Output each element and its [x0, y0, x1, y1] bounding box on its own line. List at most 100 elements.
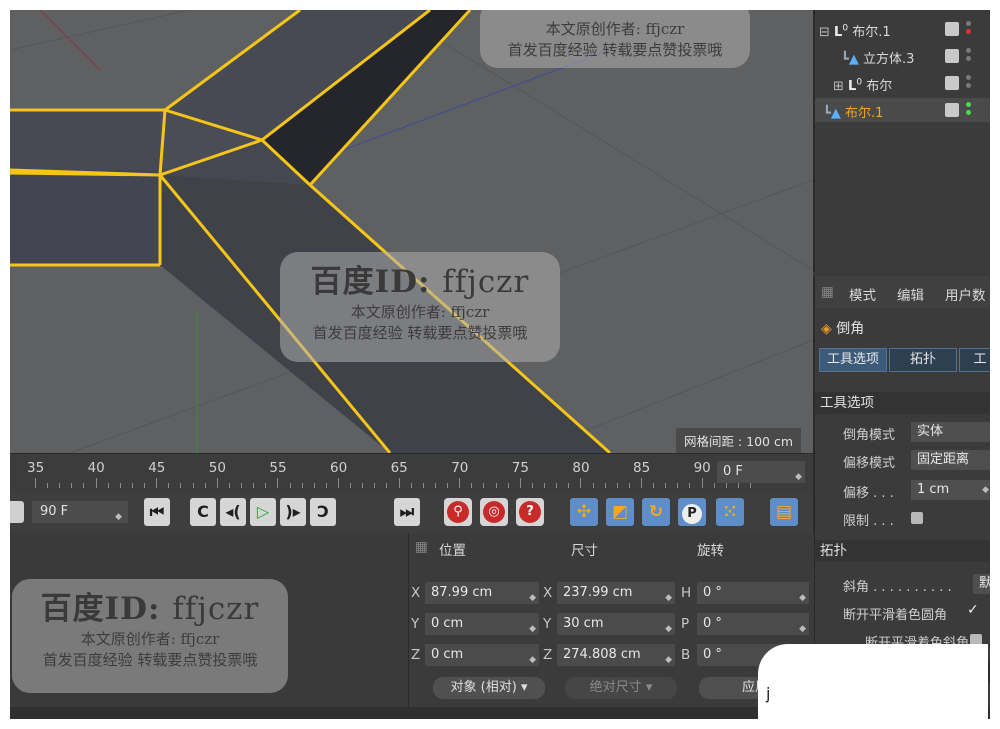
prev-key-button[interactable]: C: [190, 498, 216, 526]
object-manager: ⊟ L0 布尔.1 ┗▲ 立方体.3 ⊞ L0 布尔 ┗▲ 布尔.1: [813, 10, 990, 272]
visibility-dots-icon[interactable]: [966, 102, 972, 118]
timeline-tick-mark: [580, 478, 582, 488]
next-frame-button[interactable]: )▸: [280, 498, 306, 526]
move-key-button[interactable]: ✣: [570, 498, 598, 526]
size-x-input[interactable]: 237.99 cm ◆: [557, 582, 675, 604]
size-z-input[interactable]: 274.808 cm ◆: [557, 644, 675, 666]
timeline-tick-mark: [519, 478, 521, 488]
axis-label: Z: [543, 647, 553, 663]
bevel-mode-select[interactable]: 实体: [911, 422, 990, 442]
rotation-p-input[interactable]: 0 ° ◆: [697, 613, 809, 635]
timeline-tick-mark: [350, 483, 352, 488]
playback-controls: 90 F ◆ ⏮ C ◂( ▷ )▸ Ↄ ⏭ ⚲ ◎ ? ✣ ◩ ↻ P ⁙ ▤: [10, 493, 813, 534]
grid-spacing-label: 网格间距 : 100 cm: [675, 428, 801, 453]
rotate-key-button[interactable]: ↻: [642, 498, 670, 526]
object-row-cube-3[interactable]: ┗▲ 立方体.3: [815, 44, 990, 68]
pla-key-button[interactable]: ⁙: [716, 498, 744, 526]
record-button[interactable]: ⚲: [444, 498, 472, 526]
timeline-tick-label: 60: [330, 460, 348, 476]
timeline-tick-mark: [325, 483, 327, 488]
visibility-dots-icon[interactable]: [966, 21, 972, 37]
offset-input[interactable]: 1 cm ◆: [911, 480, 990, 500]
timeline-tick-label: 70: [451, 460, 469, 476]
tab-tool-options[interactable]: 工具选项: [819, 348, 887, 372]
object-row-boole[interactable]: ⊞ L0 布尔: [815, 71, 990, 95]
position-x-input[interactable]: 87.99 cm ◆: [425, 582, 539, 604]
tag-icon[interactable]: [945, 49, 959, 63]
prev-frame-button[interactable]: ◂(: [220, 498, 246, 526]
end-frame-field[interactable]: 90 F ◆: [32, 501, 128, 523]
field-value: 0 °: [703, 616, 722, 631]
position-z-input[interactable]: 0 cm ◆: [425, 644, 539, 666]
rotation-h-input[interactable]: 0 ° ◆: [697, 582, 809, 604]
tool-name: 倒角: [836, 321, 865, 337]
timeline-tick-mark: [604, 483, 606, 488]
header-size: 尺寸: [571, 543, 598, 559]
viewport-geometry: [10, 10, 813, 453]
timeline-tick-mark: [665, 483, 667, 488]
play-reverse-stub[interactable]: [10, 501, 24, 523]
timeline-ruler[interactable]: 35 40 45 50 55 60 65 70 75 80 85 90 0 F ◆: [10, 453, 813, 494]
visibility-dots-icon[interactable]: [966, 75, 972, 91]
break-phong-rounding-label: 断开平滑着色圆角: [843, 608, 948, 623]
timeline-tick-mark: [628, 483, 630, 488]
tab-topology[interactable]: 拓扑: [889, 348, 957, 372]
play-button[interactable]: ▷: [250, 498, 276, 526]
3d-viewport[interactable]: 本文原创作者: ffjczr 首发百度经验 转载要点赞投票哦 百度ID: ffj…: [10, 10, 813, 453]
timeline-tick-mark: [338, 478, 339, 488]
visibility-dots-icon[interactable]: [966, 48, 972, 64]
header-position: 位置: [439, 543, 466, 559]
goto-start-button[interactable]: ⏮: [144, 498, 170, 526]
timeline-tick-mark: [483, 483, 485, 488]
coordinate-mode-dropdown[interactable]: 对象 (相对) ▾: [433, 677, 545, 699]
param-key-button[interactable]: P: [678, 498, 706, 526]
timeline-tick-mark: [204, 483, 206, 488]
break-phong-rounding-checkbox[interactable]: ✓: [967, 602, 979, 618]
material-manager: 百度ID: ffjczr 本文原创作者: ffjczr 首发百度经验 转载要点赞…: [10, 533, 408, 719]
offset-mode-select[interactable]: 固定距离: [911, 450, 990, 470]
size-mode-dropdown[interactable]: 绝对尺寸 ▾: [565, 677, 677, 699]
timeline-tick-mark: [374, 483, 376, 488]
timeline-tick-mark: [47, 483, 49, 488]
scale-key-button[interactable]: ◩: [606, 498, 634, 526]
menu-mode[interactable]: 模式: [849, 284, 876, 304]
goto-end-button[interactable]: ⏭: [394, 498, 420, 526]
offset-value: 1 cm: [917, 482, 950, 497]
miter-select[interactable]: 默: [973, 574, 990, 594]
bevel-mode-label: 倒角模式: [843, 428, 896, 443]
scheme-button[interactable]: ▤: [770, 498, 798, 526]
keyframe-selection-button[interactable]: ?: [516, 498, 544, 526]
timeline-tick-mark: [313, 483, 315, 488]
menu-edit[interactable]: 编辑: [897, 284, 924, 304]
size-y-input[interactable]: 30 cm ◆: [557, 613, 675, 635]
timeline-tick-mark: [35, 478, 36, 488]
object-row-boole-1[interactable]: ⊟ L0 布尔.1: [815, 17, 990, 41]
section-topology: 拓扑: [815, 540, 990, 562]
field-value: 274.808 cm: [563, 647, 641, 662]
overlay-patch: [758, 644, 988, 724]
cube-icon: ▲: [848, 52, 859, 67]
timeline-tick-mark: [737, 483, 739, 488]
tab-more[interactable]: 工: [959, 348, 990, 372]
timeline-tick-label: 65: [390, 460, 408, 476]
current-frame-field[interactable]: 0 F ◆: [717, 461, 805, 483]
timeline-tick-label: 45: [148, 460, 166, 476]
tag-icon[interactable]: [945, 22, 959, 36]
menu-userdata[interactable]: 用户数: [945, 284, 986, 304]
limit-checkbox[interactable]: [911, 512, 923, 524]
tag-icon[interactable]: [945, 103, 959, 117]
timeline-tick-mark: [495, 483, 497, 488]
timeline-tick-mark: [265, 483, 267, 488]
attribute-tabs: 工具选项 拓扑 工: [819, 348, 990, 372]
bevel-tool-icon: ◈: [821, 321, 832, 337]
axis-label: Y: [543, 616, 552, 632]
timeline-tick-mark: [677, 483, 679, 488]
object-row-boole-1-selected[interactable]: ┗▲ 布尔.1: [815, 98, 990, 122]
next-key-button[interactable]: Ↄ: [310, 498, 336, 526]
axis-label: B: [681, 647, 691, 663]
autokey-button[interactable]: ◎: [480, 498, 508, 526]
tool-title: ◈ 倒角: [821, 318, 864, 338]
axis-label: Z: [411, 647, 421, 663]
tag-icon[interactable]: [945, 76, 959, 90]
position-y-input[interactable]: 0 cm ◆: [425, 613, 539, 635]
